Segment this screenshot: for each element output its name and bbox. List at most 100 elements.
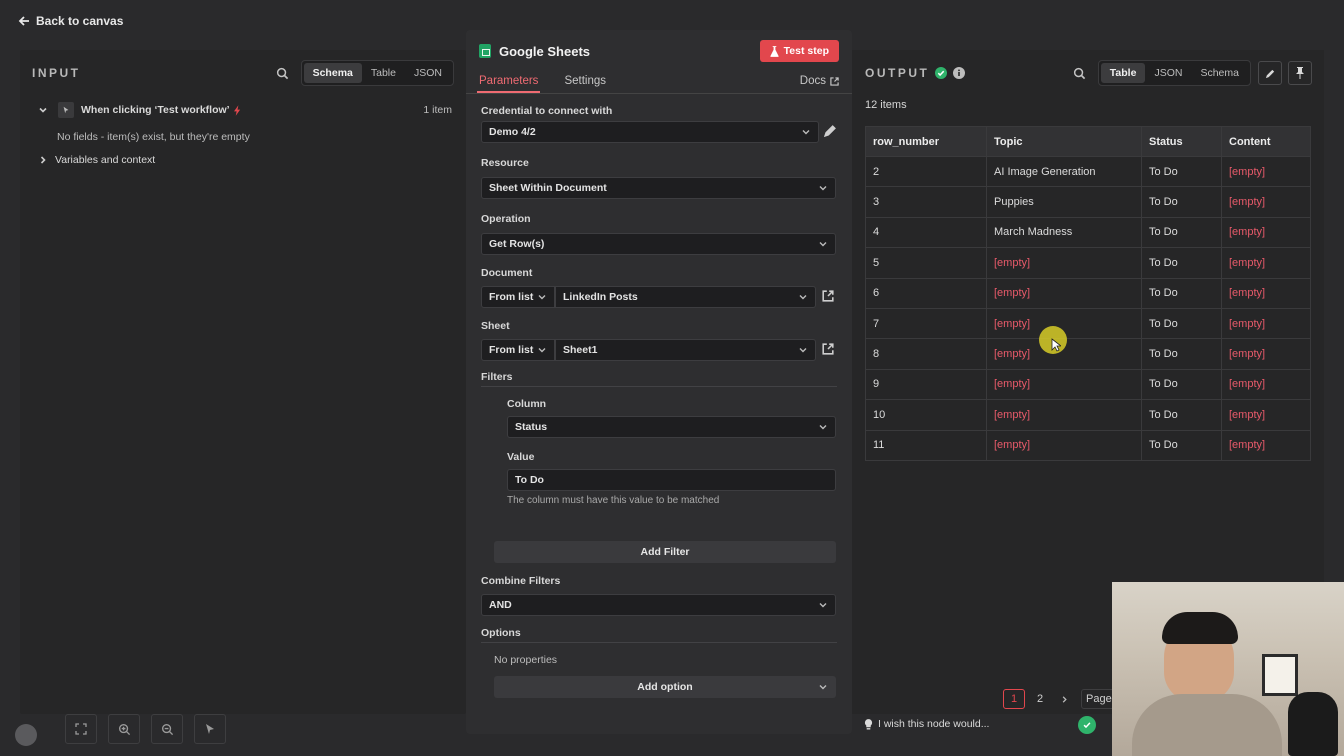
content-cell: [empty] [1221, 186, 1311, 218]
trigger-label: When clicking ‘Test workflow’ [81, 104, 230, 116]
tab-settings[interactable]: Settings [562, 75, 608, 93]
status-cell: To Do [1141, 277, 1222, 309]
table-row[interactable]: 4 March Madness To Do [empty] [865, 216, 1311, 249]
add-option-button[interactable]: Add option [494, 676, 836, 698]
table-row[interactable]: 2 AI Image Generation To Do [empty] [865, 155, 1311, 188]
tab-parameters[interactable]: Parameters [477, 75, 541, 93]
back-to-canvas-button[interactable]: Back to canvas [18, 14, 123, 28]
status-cell: To Do [1141, 186, 1222, 218]
row-number-cell: 7 [865, 307, 987, 340]
trigger-row[interactable]: When clicking ‘Test workflow’ 1 item [20, 98, 466, 122]
table-row[interactable]: 8 [empty] To Do [empty] [865, 338, 1311, 370]
search-icon[interactable] [1072, 65, 1088, 81]
table-row[interactable]: 3 Puppies To Do [empty] [865, 186, 1311, 218]
open-document-icon[interactable] [822, 289, 834, 307]
info-icon[interactable] [953, 67, 966, 79]
column-header-row-number[interactable]: row_number [865, 126, 987, 157]
output-tab-schema[interactable]: Schema [1191, 63, 1248, 83]
next-page-icon[interactable] [1053, 689, 1075, 709]
add-filter-button[interactable]: Add Filter [494, 541, 836, 563]
chevron-down-icon [819, 685, 827, 690]
document-select[interactable]: LinkedIn Posts [555, 286, 816, 308]
zoom-out-button[interactable] [151, 714, 183, 744]
cursor-icon [58, 102, 74, 118]
add-filter-label: Add Filter [640, 546, 690, 558]
table-row[interactable]: 11 [empty] To Do [empty] [865, 429, 1311, 461]
test-step-button[interactable]: Test step [759, 40, 839, 62]
feedback-link[interactable]: I wish this node would... [864, 718, 989, 730]
topic-cell: [empty] [986, 277, 1142, 309]
input-title: INPUT [32, 66, 81, 80]
credential-value: Demo 4/2 [489, 126, 536, 138]
topic-cell: March Madness [986, 216, 1142, 249]
input-tab-json[interactable]: JSON [405, 63, 451, 83]
avatar[interactable] [15, 724, 37, 746]
node-parameters-panel: Google Sheets Test step Parameters Setti… [466, 30, 852, 734]
feedback-text: I wish this node would... [878, 718, 990, 730]
test-step-label: Test step [783, 45, 829, 57]
content-cell: [empty] [1221, 247, 1311, 279]
output-tab-table[interactable]: Table [1100, 63, 1146, 83]
operation-select[interactable]: Get Row(s) [481, 233, 836, 255]
table-row[interactable]: 10 [empty] To Do [empty] [865, 399, 1311, 431]
items-count: 12 items [865, 99, 907, 111]
credential-select[interactable]: Demo 4/2 [481, 121, 819, 143]
sheet-mode-select[interactable]: From list [481, 339, 555, 361]
chevron-down-icon [799, 295, 807, 300]
filters-label: Filters [481, 371, 513, 383]
row-number-cell: 8 [865, 338, 987, 370]
search-icon[interactable] [275, 65, 291, 81]
table-row[interactable]: 5 [empty] To Do [empty] [865, 247, 1311, 279]
topic-cell: [empty] [986, 399, 1142, 431]
cursor-icon [206, 724, 214, 734]
output-table: row_number Topic Status Content 2 AI Imag… [865, 126, 1311, 461]
fit-view-button[interactable] [65, 714, 97, 744]
options-label: Options [481, 627, 521, 639]
table-row[interactable]: 9 [empty] To Do [empty] [865, 368, 1311, 401]
document-mode-select[interactable]: From list [481, 286, 555, 308]
input-tab-schema[interactable]: Schema [303, 63, 362, 83]
trigger-item-count: 1 item [423, 104, 452, 116]
chevron-down-icon [802, 130, 810, 135]
chevron-down-icon [799, 348, 807, 353]
output-title: OUTPUT [865, 66, 930, 80]
add-option-label: Add option [637, 681, 693, 693]
docs-link[interactable]: Docs [800, 75, 839, 93]
lightning-icon [233, 104, 240, 116]
value-input[interactable]: To Do [507, 469, 836, 491]
pin-output-button[interactable] [1288, 61, 1312, 85]
status-cell: To Do [1141, 155, 1222, 188]
variables-label: Variables and context [55, 154, 156, 166]
variables-row[interactable]: Variables and context [20, 148, 466, 172]
page-button-2[interactable]: 2 [1029, 689, 1051, 709]
input-tab-table[interactable]: Table [362, 63, 405, 83]
presenter-hair [1162, 612, 1238, 644]
row-number-cell: 6 [865, 277, 987, 309]
output-tab-json[interactable]: JSON [1145, 63, 1191, 83]
resource-select[interactable]: Sheet Within Document [481, 177, 836, 199]
sheet-select[interactable]: Sheet1 [555, 339, 816, 361]
column-select[interactable]: Status [507, 416, 836, 438]
flask-icon [770, 45, 779, 57]
chevron-down-icon [819, 242, 827, 247]
page-button-1[interactable]: 1 [1003, 689, 1025, 709]
pencil-icon[interactable] [823, 124, 837, 142]
column-header-status[interactable]: Status [1141, 126, 1222, 157]
column-header-topic[interactable]: Topic [986, 126, 1142, 157]
no-properties-text: No properties [494, 654, 558, 666]
credential-label: Credential to connect with [481, 105, 613, 117]
zoom-in-button[interactable] [108, 714, 140, 744]
edit-output-button[interactable] [1258, 61, 1282, 85]
table-row[interactable]: 6 [empty] To Do [empty] [865, 277, 1311, 309]
column-header-content[interactable]: Content [1221, 126, 1311, 157]
row-number-cell: 10 [865, 399, 987, 431]
content-cell: [empty] [1221, 399, 1311, 431]
input-panel: INPUT Schema Table JSON When clicking ‘T… [20, 50, 466, 714]
combine-filters-select[interactable]: AND [481, 594, 836, 616]
table-row[interactable]: 7 [empty] To Do [empty] [865, 307, 1311, 340]
open-sheet-icon[interactable] [822, 342, 834, 360]
reset-zoom-button[interactable] [194, 714, 226, 744]
back-label: Back to canvas [36, 14, 124, 28]
chevron-right-icon [40, 156, 46, 164]
chevron-down-icon [39, 107, 47, 113]
